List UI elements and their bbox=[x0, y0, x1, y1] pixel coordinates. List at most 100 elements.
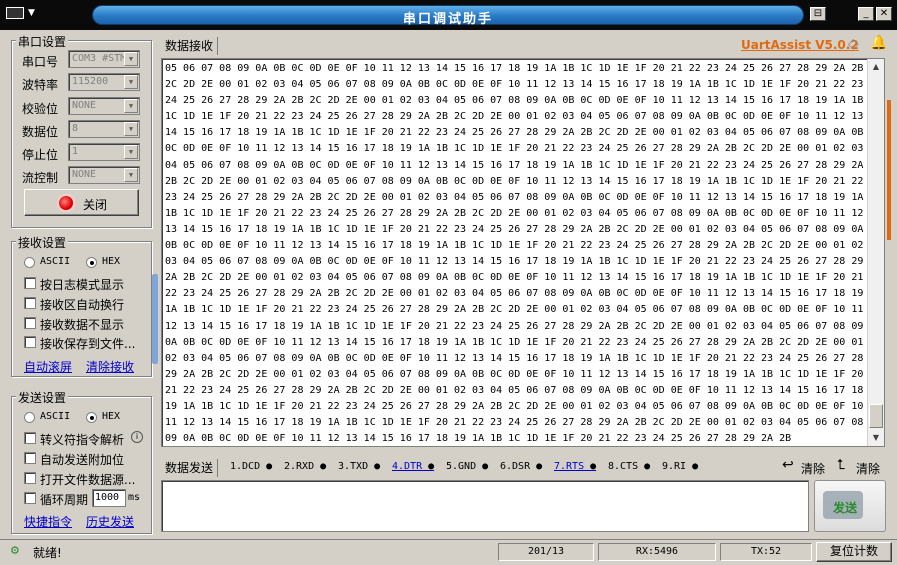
receive-line: 2A 2B 2C 2D 2E 00 01 02 03 04 05 06 07 0… bbox=[165, 272, 864, 284]
baud-select[interactable]: 115200 ▼ bbox=[68, 73, 140, 91]
minimize-button[interactable]: _ bbox=[858, 7, 874, 21]
send-button[interactable]: 发送 bbox=[814, 480, 886, 532]
send-history-link[interactable]: 历史发送 bbox=[86, 513, 134, 530]
receive-line: 2B 2C 2D 2E 00 01 02 03 04 05 06 07 08 0… bbox=[165, 175, 864, 187]
hide-data-label: 接收数据不显示 bbox=[40, 318, 125, 332]
cycle-label: 循环周期 bbox=[40, 493, 89, 507]
pin-status-dot-icon: ● bbox=[638, 461, 651, 472]
receive-line: 02 03 04 05 06 07 08 09 0A 0B 0C 0D 0E 0… bbox=[165, 352, 864, 364]
reset-count-button[interactable]: 复位计数 bbox=[816, 542, 892, 562]
save-to-file-label: 接收保存到文件... bbox=[40, 337, 136, 351]
splitter-grip[interactable] bbox=[152, 274, 158, 364]
receive-line: 11 12 13 14 15 16 17 18 19 1A 1B 1C 1D 1… bbox=[165, 417, 864, 429]
group-title: 发送设置 bbox=[16, 389, 69, 406]
send-input[interactable] bbox=[161, 480, 809, 532]
port-select[interactable]: COM3 #STM ▼ bbox=[68, 50, 140, 68]
status-text: 就绪! bbox=[33, 546, 62, 560]
diamond-icon[interactable]: ◇ bbox=[848, 36, 859, 52]
open-file-label: 打开文件数据源... bbox=[40, 473, 136, 487]
cycle-checkbox[interactable] bbox=[24, 492, 36, 504]
tx-counter: TX:52 bbox=[720, 543, 812, 561]
close-button[interactable]: ✕ bbox=[876, 7, 892, 21]
status-bar: ⚙ 就绪! 201/13 RX:5496 TX:52 复位计数 bbox=[0, 539, 897, 565]
open-file-checkbox[interactable] bbox=[24, 472, 36, 484]
receive-line: 14 15 16 17 18 19 1A 1B 1C 1D 1E 1F 20 2… bbox=[165, 127, 864, 139]
system-menu[interactable]: ▼ bbox=[6, 7, 46, 23]
databits-select[interactable]: 8 ▼ bbox=[68, 120, 140, 138]
receive-line: 23 24 25 26 27 28 29 2A 2B 2C 2D 2E 00 0… bbox=[165, 191, 864, 203]
receive-data-area[interactable]: 05 06 07 08 09 0A 0B 0C 0D 0E 0F 10 11 1… bbox=[161, 58, 885, 447]
group-title: 接收设置 bbox=[16, 234, 69, 251]
title-pill: 串口调试助手 bbox=[92, 5, 804, 27]
hide-data-checkbox[interactable] bbox=[24, 317, 36, 329]
baud-label: 波特率 bbox=[22, 78, 59, 92]
tab-data-receive[interactable]: 数据接收 bbox=[165, 37, 219, 55]
clear-button-1[interactable]: 清除 bbox=[801, 460, 825, 477]
log-mode-label: 按日志模式显示 bbox=[40, 278, 125, 292]
receive-line: 09 0A 0B 0C 0D 0E 0F 10 11 12 13 14 15 1… bbox=[165, 433, 792, 445]
receive-line: 19 1A 1B 1C 1D 1E 1F 20 21 22 23 24 25 2… bbox=[165, 400, 864, 412]
stopbits-select[interactable]: 1 ▼ bbox=[68, 143, 140, 161]
save-to-file-checkbox[interactable] bbox=[24, 336, 36, 348]
auto-newline-label: 接收区自动换行 bbox=[40, 298, 125, 312]
clear-button-2[interactable]: 清除 bbox=[856, 460, 880, 477]
app-icon bbox=[6, 7, 24, 19]
pin-rxd: 2.RXD ● bbox=[284, 461, 326, 472]
auto-append-checkbox[interactable] bbox=[24, 452, 36, 464]
send-hex-radio[interactable] bbox=[86, 412, 97, 423]
escape-parse-checkbox[interactable] bbox=[24, 432, 36, 444]
receive-line: 24 25 26 27 28 29 2A 2B 2C 2D 2E 00 01 0… bbox=[165, 95, 864, 107]
parity-select[interactable]: NONE ▼ bbox=[68, 97, 140, 115]
pin-rts[interactable]: 7.RTS ● bbox=[554, 461, 596, 472]
scrollbar-thumb[interactable] bbox=[869, 404, 883, 428]
send-ascii-radio[interactable] bbox=[24, 412, 35, 423]
recv-ascii-radio[interactable] bbox=[24, 257, 35, 268]
parity-value: NONE bbox=[72, 100, 97, 111]
dropdown-arrow-icon: ▼ bbox=[124, 99, 138, 113]
pin-dsr: 6.DSR ● bbox=[500, 461, 542, 472]
pin-label: 1.DCD bbox=[230, 461, 261, 472]
pin-label: 5.GND bbox=[446, 461, 477, 472]
pin-icon[interactable]: ⊟ bbox=[810, 7, 826, 21]
pin-txd: 3.TXD ● bbox=[338, 461, 380, 472]
status-icon: ⚙ bbox=[10, 544, 20, 557]
pin-status-dot-icon: ● bbox=[368, 461, 381, 472]
cycle-input[interactable]: 1000 bbox=[92, 489, 126, 507]
tab-data-send[interactable]: 数据发送 bbox=[165, 459, 219, 477]
scroll-down-icon[interactable]: ▼ bbox=[868, 430, 884, 446]
info-icon[interactable]: i bbox=[131, 431, 143, 443]
auto-scroll-link[interactable]: 自动滚屏 bbox=[24, 358, 72, 375]
flow-select[interactable]: NONE ▼ bbox=[68, 166, 140, 184]
pin-status-dot-icon: ● bbox=[686, 461, 699, 472]
accent-strip bbox=[887, 100, 891, 240]
pin-gnd: 5.GND ● bbox=[446, 461, 488, 472]
quick-commands-link[interactable]: 快捷指令 bbox=[24, 513, 72, 530]
progress-counter: 201/13 bbox=[498, 543, 594, 561]
pin-label: 4.DTR bbox=[392, 461, 423, 472]
version-label[interactable]: UartAssist V5.0.2 bbox=[741, 38, 859, 52]
receive-line: 0B 0C 0D 0E 0F 10 11 12 13 14 15 16 17 1… bbox=[165, 240, 864, 252]
pin-label: 9.RI bbox=[662, 461, 687, 472]
recv-hex-radio[interactable] bbox=[86, 257, 97, 268]
bell-icon[interactable]: 🔔 bbox=[870, 35, 887, 51]
dropdown-arrow-icon: ▼ bbox=[124, 145, 138, 159]
auto-newline-checkbox[interactable] bbox=[24, 297, 36, 309]
pin-dcd: 1.DCD ● bbox=[230, 461, 272, 472]
receive-scrollbar[interactable]: ▲ ▼ bbox=[867, 59, 884, 446]
escape-parse-label: 转义符指令解析 bbox=[40, 433, 125, 447]
log-mode-checkbox[interactable] bbox=[24, 277, 36, 289]
receive-line: 03 04 05 06 07 08 09 0A 0B 0C 0D 0E 0F 1… bbox=[165, 256, 864, 268]
receive-data-text: 05 06 07 08 09 0A 0B 0C 0D 0E 0F 10 11 1… bbox=[165, 61, 864, 446]
parity-label: 校验位 bbox=[22, 102, 59, 116]
receive-line: 21 22 23 24 25 26 27 28 29 2A 2B 2C 2D 2… bbox=[165, 384, 864, 396]
clear-receive-link[interactable]: 清除接收 bbox=[86, 358, 134, 375]
receive-line: 0A 0B 0C 0D 0E 0F 10 11 12 13 14 15 16 1… bbox=[165, 336, 864, 348]
title-bar: ▼ 串口调试助手 ⊟ _ ✕ bbox=[0, 0, 897, 30]
scroll-up-icon[interactable]: ▲ bbox=[868, 59, 884, 75]
panel-splitter[interactable] bbox=[152, 34, 158, 534]
pin-dtr[interactable]: 4.DTR ● bbox=[392, 461, 434, 472]
stopbits-label: 停止位 bbox=[22, 148, 59, 162]
open-close-button[interactable]: 关闭 bbox=[24, 189, 139, 216]
send-hex-label: HEX bbox=[102, 411, 121, 422]
port-status-led-icon bbox=[59, 196, 73, 210]
